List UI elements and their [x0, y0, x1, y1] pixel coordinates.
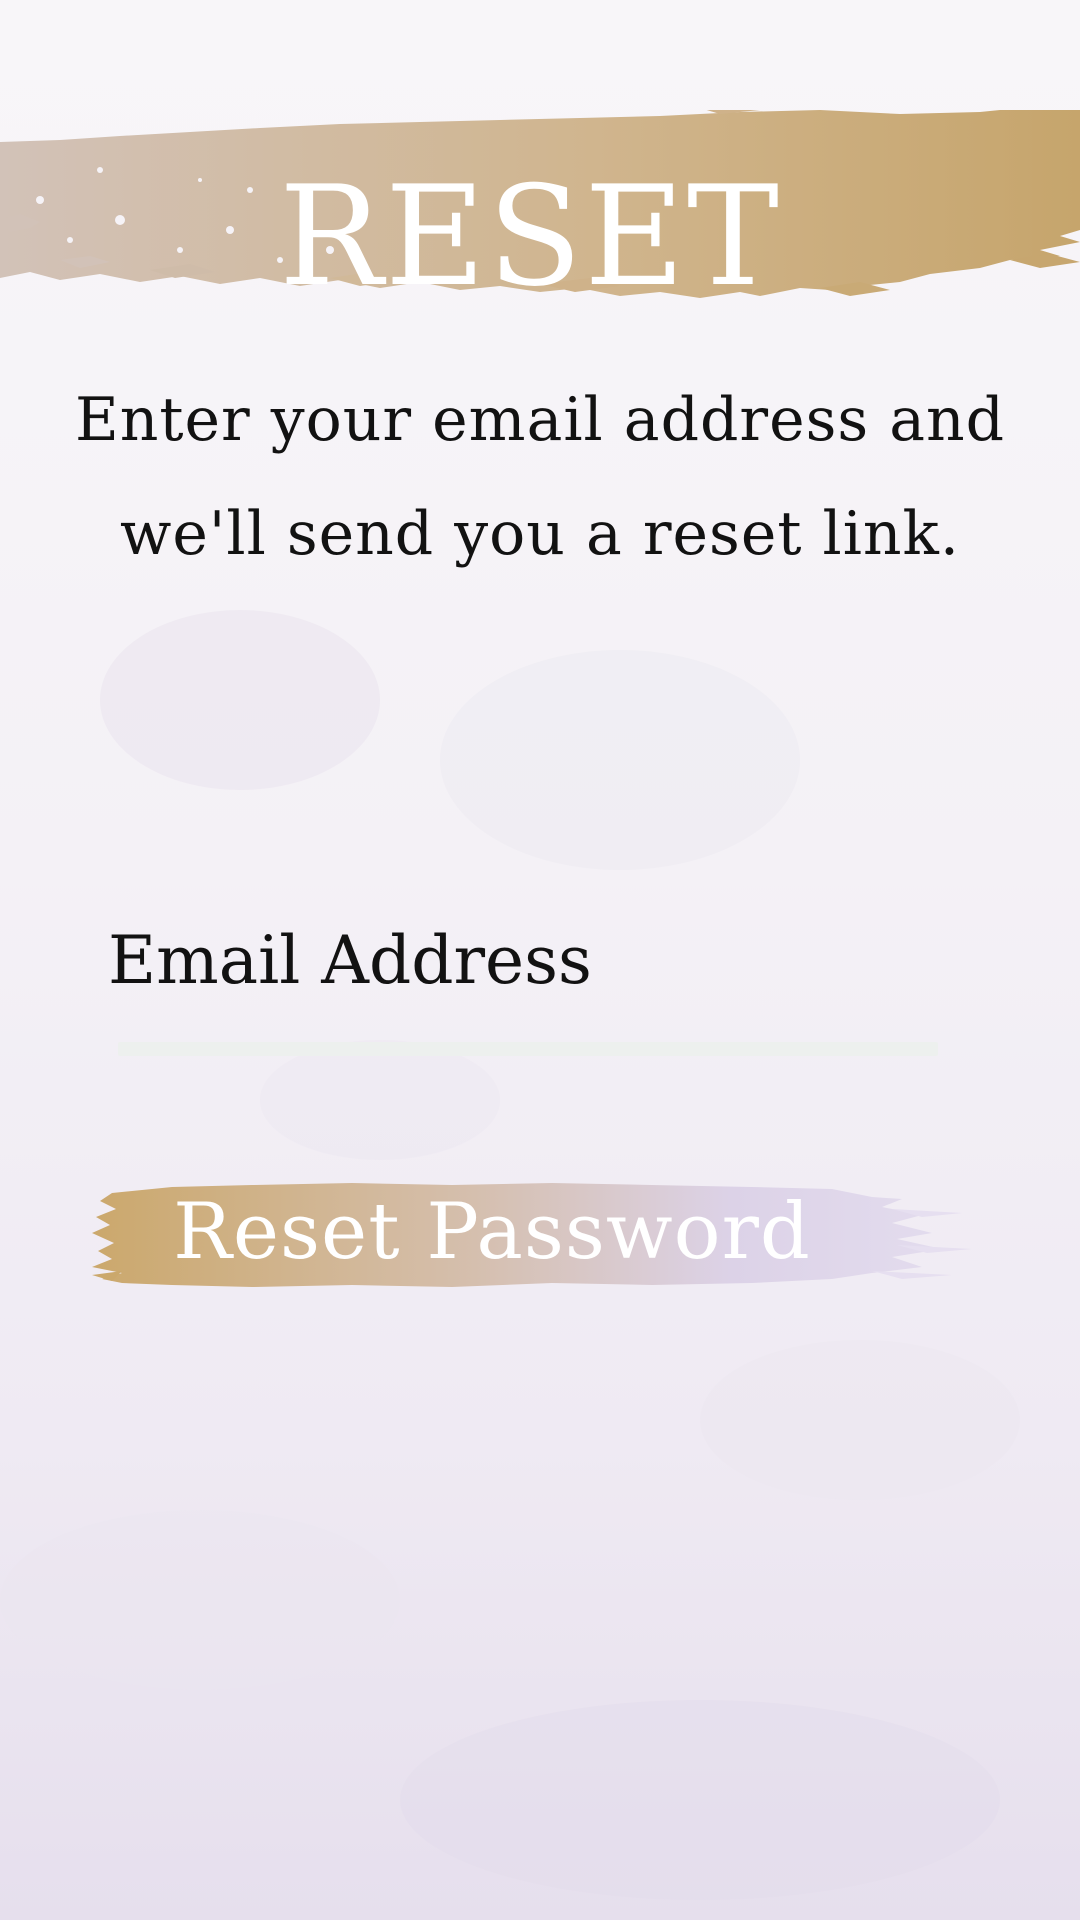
email-field: [108, 900, 938, 1060]
reset-password-label: Reset Password: [173, 1187, 811, 1277]
reset-password-button[interactable]: Reset Password: [92, 1175, 992, 1300]
instructions-line-1: Enter your email address and: [74, 385, 1006, 455]
instructions-text: Enter your email address and we'll send …: [40, 363, 1040, 591]
email-input[interactable]: [108, 900, 928, 1020]
email-underline: [118, 1042, 938, 1056]
instructions-line-2: we'll send you a reset link.: [120, 499, 960, 569]
page-title: RESET: [279, 156, 781, 317]
